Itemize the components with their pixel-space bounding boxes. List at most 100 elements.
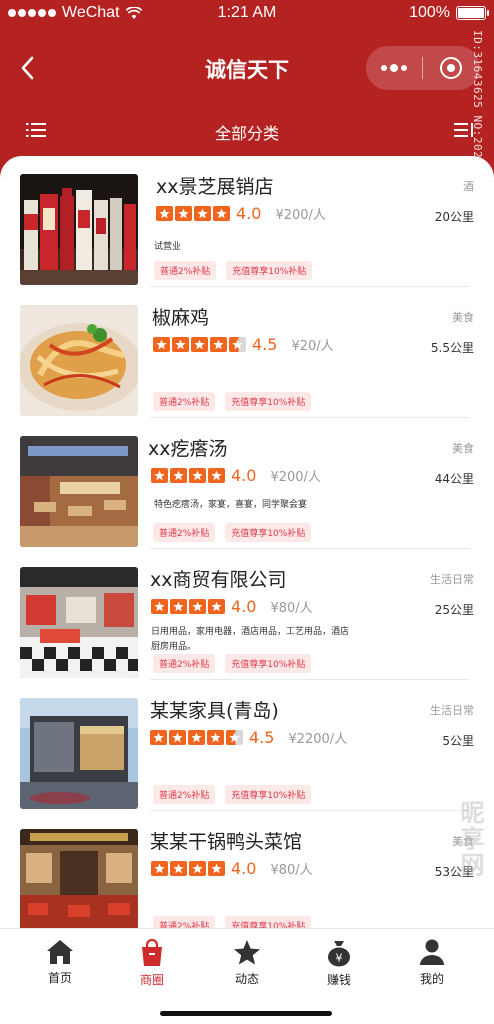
subsidy-tag: 充值尊享10%补贴: [226, 261, 313, 280]
rating-row: 4.5 ¥2200/人: [150, 728, 347, 747]
star-icon: [207, 730, 224, 745]
tab-home[interactable]: 首页: [30, 939, 90, 986]
subsidy-tag: 充值尊享10%补贴: [225, 523, 312, 542]
category-label: 美食: [452, 311, 474, 324]
star-rating: [153, 337, 246, 352]
category-bar: 全部分类: [0, 108, 494, 154]
star-icon: [208, 861, 225, 876]
star-icon: [194, 206, 211, 221]
star-icon: [213, 206, 230, 221]
star-icon: [151, 599, 168, 614]
star-icon: [151, 861, 168, 876]
store-name: 某某干锅鸭头菜馆: [150, 831, 303, 853]
price-per-person: ¥200/人: [275, 208, 326, 223]
status-right: 100%: [409, 4, 489, 22]
subsidy-tags: 普通2%补贴 充值尊享10%补贴: [153, 785, 312, 804]
tab-label: 商圈: [139, 973, 164, 987]
store-name: xx景芝展销店: [156, 176, 274, 198]
price-per-person: ¥20/人: [291, 339, 334, 354]
subsidy-tag: 普通2%补贴: [154, 261, 217, 280]
star-icon: [189, 468, 206, 483]
distance-label: 25公里: [434, 603, 474, 617]
rating-score: 4.0: [231, 466, 257, 485]
distance-label: 5.5公里: [430, 341, 474, 355]
tab-label: 首页: [47, 971, 72, 985]
rating-score: 4.5: [249, 728, 275, 747]
star-icon: [175, 206, 192, 221]
star-rating: [151, 468, 225, 483]
store-description: 试营业: [154, 242, 182, 252]
rating-row: 4.5 ¥20/人: [153, 335, 334, 354]
subsidy-tags: 普通2%补贴 充值尊享10%补贴: [154, 261, 313, 280]
store-thumbnail: [20, 829, 138, 928]
home-icon: [47, 940, 73, 964]
distance-label: 5公里: [442, 734, 474, 748]
star-rating: [156, 206, 230, 221]
subsidy-tag: 普通2%补贴: [153, 785, 216, 804]
subsidy-tags: 普通2%补贴 充值尊享10%补贴: [153, 916, 312, 928]
rating-row: 4.0 ¥200/人: [156, 204, 326, 223]
rating-row: 4.0 ¥80/人: [151, 597, 313, 616]
money-bag-icon: ¥: [328, 941, 350, 967]
category-label: 美食: [452, 442, 474, 455]
star-icon: [172, 337, 189, 352]
star-icon: [191, 337, 208, 352]
subsidy-tag: 充值尊享10%补贴: [225, 916, 312, 928]
listing-sheet: xx景芝展销店 4.0 ¥200/人 酒 20公里 试营业 普通2%补贴 充值尊…: [0, 156, 494, 928]
star-icon: [188, 730, 205, 745]
subsidy-tag: 充值尊享10%补贴: [225, 654, 312, 673]
subsidy-tags: 普通2%补贴 充值尊享10%补贴: [153, 523, 312, 542]
subsidy-tag: 普通2%补贴: [153, 916, 216, 928]
list-item[interactable]: xx商贸有限公司 4.0 ¥80/人 生活日常 25公里 日用用品，家用电器，酒…: [0, 549, 494, 680]
all-categories-button[interactable]: 全部分类: [0, 120, 494, 144]
list-item[interactable]: 椒麻鸡 4.5 ¥20/人 美食 5.5公里 普通2%补贴 充值尊享10%补贴: [0, 287, 494, 418]
tab-label: 动态: [234, 972, 259, 986]
user-icon: [420, 939, 444, 965]
tab-earn[interactable]: ¥ 赚钱: [309, 939, 369, 988]
star-icon: [189, 861, 206, 876]
star-icon: [208, 599, 225, 614]
star-icon: [169, 730, 186, 745]
store-name: 某某家具(青岛): [150, 700, 279, 722]
price-per-person: ¥200/人: [270, 470, 321, 485]
store-thumbnail: [20, 698, 138, 809]
subsidy-tag: 充值尊享10%补贴: [225, 392, 312, 411]
rating-row: 4.0 ¥200/人: [151, 466, 321, 485]
star-rating: [151, 599, 225, 614]
battery-percent: 100%: [409, 4, 450, 21]
category-label: 生活日常: [430, 573, 474, 586]
store-thumbnail: [20, 305, 138, 416]
rating-score: 4.5: [252, 335, 278, 354]
list-item[interactable]: xx疙瘩汤 4.0 ¥200/人 美食 44公里 特色疙瘩汤，家宴，喜宴，同学聚…: [0, 418, 494, 549]
star-icon: [153, 337, 170, 352]
star-rating: [151, 861, 225, 876]
list-item[interactable]: 某某干锅鸭头菜馆 4.0 ¥80/人 美食 53公里 普通2%补贴 充值尊享10…: [0, 811, 494, 928]
list-item[interactable]: 某某家具(青岛) 4.5 ¥2200/人 生活日常 5公里 普通2%补贴 充值尊…: [0, 680, 494, 811]
price-per-person: ¥80/人: [270, 601, 313, 616]
tab-business-circle[interactable]: 商圈: [122, 939, 182, 988]
tab-feed[interactable]: 动态: [217, 939, 277, 987]
star-icon: [170, 599, 187, 614]
half-star-icon: [226, 730, 243, 745]
list-item[interactable]: xx景芝展销店 4.0 ¥200/人 酒 20公里 试营业 普通2%补贴 充值尊…: [0, 156, 494, 287]
price-per-person: ¥80/人: [270, 863, 313, 878]
tab-bar: 首页 商圈 动态 ¥ 赚钱 我的: [0, 928, 494, 1024]
shopping-bag-icon: [142, 939, 162, 966]
rating-score: 4.0: [231, 597, 257, 616]
subsidy-tag: 充值尊享10%补贴: [225, 785, 312, 804]
target-icon: [440, 57, 462, 79]
tab-me[interactable]: 我的: [402, 939, 462, 987]
store-thumbnail: [20, 567, 138, 678]
tab-label: 我的: [419, 972, 444, 986]
battery-icon: [456, 6, 489, 20]
rating-score: 4.0: [231, 859, 257, 878]
store-description: 日用用品，家用电器，酒店用品，工艺用品，酒店厨房用品。: [151, 627, 350, 652]
distance-label: 44公里: [434, 472, 474, 486]
star-icon: [156, 206, 173, 221]
price-per-person: ¥2200/人: [288, 732, 348, 747]
store-name: xx疙瘩汤: [148, 438, 228, 460]
more-button[interactable]: [366, 46, 422, 90]
star-icon: [234, 940, 260, 965]
star-icon: [208, 468, 225, 483]
store-thumbnail: [20, 436, 138, 547]
